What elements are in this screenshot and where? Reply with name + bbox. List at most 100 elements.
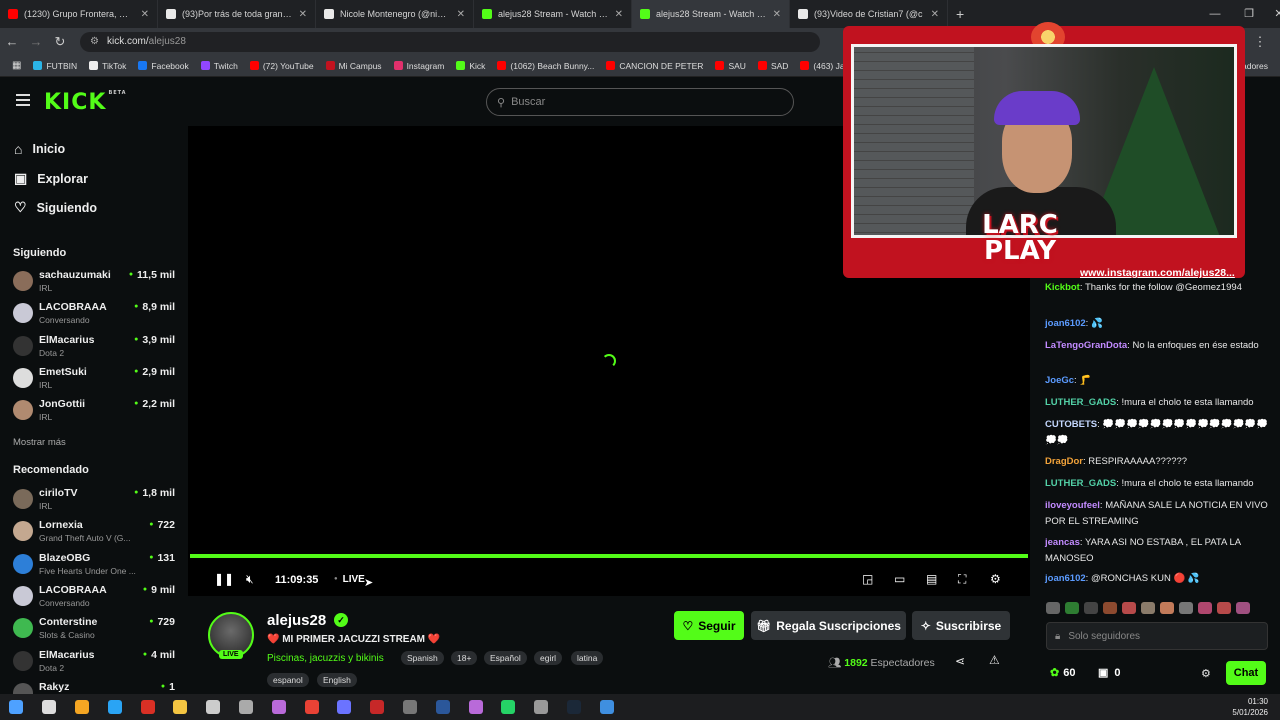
theater-mode-icon[interactable]: ▭ (894, 572, 905, 586)
emote-icon[interactable] (1046, 602, 1060, 614)
fullscreen-icon[interactable]: ⛶ (958, 572, 966, 587)
bookmark[interactable]: TikTok (83, 61, 132, 71)
bookmark[interactable]: Kick (450, 61, 491, 71)
close-tab-icon[interactable]: ✕ (931, 9, 939, 20)
chat-username[interactable]: joan6102 (1045, 573, 1086, 584)
chat-input[interactable]: 🔒︎ Solo seguidores (1046, 622, 1268, 650)
close-tab-icon[interactable]: ✕ (141, 9, 149, 20)
sidebar-nav-siguiendo[interactable]: ♡ Siguiendo (14, 199, 97, 216)
tag-pill[interactable]: Español (484, 651, 527, 665)
bookmark[interactable]: Twitch (195, 61, 244, 71)
reload-icon[interactable]: ↻ (48, 34, 72, 50)
app-icon[interactable] (590, 694, 623, 720)
tag-pill[interactable]: espanol (267, 673, 309, 687)
app-icon[interactable] (262, 694, 295, 720)
back-icon[interactable]: ← (0, 34, 24, 49)
emote-icon[interactable] (1122, 602, 1136, 614)
sidebar-nav-inicio[interactable]: ⌂ Inicio (14, 141, 65, 157)
word-icon[interactable] (426, 694, 459, 720)
app-icon[interactable] (459, 694, 492, 720)
browser-tab[interactable]: alejus28 Stream - Watch Live o ✕ (474, 0, 632, 28)
sidebar-channel[interactable]: ElMacariusDota 2 3,9 mil (13, 332, 175, 362)
browser-tab[interactable]: alejus28 Stream - Watch Live o ✕ (632, 0, 790, 28)
live-indicator[interactable]: LIVE (334, 574, 365, 585)
chat-username[interactable]: LaTengoGranDota (1045, 340, 1127, 351)
gift-subs-button[interactable]: 🎁︎ Regala Suscripciones (751, 611, 906, 640)
sidebar-channel[interactable]: EmetSukiIRL 2,9 mil (13, 364, 175, 394)
url-field[interactable]: ⚙ kick.com/alejus28 (80, 31, 820, 52)
app-icon[interactable] (361, 694, 394, 720)
tag-pill[interactable]: latina (571, 651, 604, 665)
progress-bar[interactable] (190, 554, 1028, 558)
bookmark[interactable]: (1062) Beach Bunny... (491, 61, 600, 71)
emote-icon[interactable] (1217, 602, 1231, 614)
bookmark[interactable]: FUTBIN (27, 61, 83, 71)
sidebar-channel[interactable]: ciriloTV IRL 1,8 mil (13, 485, 175, 515)
tag-pill[interactable]: 18+ (451, 651, 478, 665)
report-icon[interactable]: ⚠ (989, 653, 1000, 667)
emote-icon[interactable] (1160, 602, 1174, 614)
follow-button[interactable]: ♡ Seguir (674, 611, 744, 640)
bookmark[interactable]: SAU (709, 61, 751, 71)
tag-pill[interactable]: English (317, 673, 357, 687)
browser-tab[interactable]: (93)Video de Cristian7 (@c ✕ (790, 0, 948, 28)
chat-username[interactable]: JoeGc (1045, 375, 1074, 386)
sidebar-channel[interactable]: LACOBRAAAConversando 8,9 mil (13, 299, 175, 329)
close-tab-icon[interactable]: ✕ (299, 9, 307, 20)
emote-icon[interactable] (1065, 602, 1079, 614)
bookmark[interactable]: (72) YouTube (244, 61, 320, 71)
browser-tab[interactable]: (93)Por trás de toda grande obr ✕ (158, 0, 316, 28)
close-window-icon[interactable]: ✕ (1262, 0, 1280, 28)
chat-username[interactable]: jeancas (1045, 537, 1080, 548)
settings-gear-icon[interactable]: ⚙ (990, 572, 1001, 586)
files-icon[interactable] (164, 694, 197, 720)
edge-icon[interactable] (98, 694, 131, 720)
steam-icon[interactable] (558, 694, 591, 720)
hamburger-menu-icon[interactable] (16, 94, 30, 106)
new-tab-button[interactable]: + (948, 6, 972, 22)
bookmark[interactable]: SAD (752, 61, 794, 71)
windows-start-icon[interactable] (0, 694, 33, 720)
miniplayer-icon[interactable]: ◲ (862, 572, 873, 586)
subscribe-button[interactable]: ✧ Suscribirse (912, 611, 1010, 640)
browser-tab[interactable]: Nicole Montenegro (@nicolem ✕ (316, 0, 474, 28)
bookmark[interactable]: Instagram (388, 61, 451, 71)
chat-username[interactable]: LUTHER_GADS (1045, 397, 1116, 408)
chat-username[interactable]: Kickbot (1045, 282, 1080, 293)
sidebar-channel[interactable]: ConterstineSlots & Casino 729 (13, 614, 175, 644)
chat-send-button[interactable]: Chat (1226, 661, 1266, 685)
close-tab-icon[interactable]: ✕ (773, 9, 781, 20)
clip-icon[interactable]: ▤ (926, 572, 937, 586)
emote-icon[interactable] (1236, 602, 1250, 614)
browser-tab[interactable]: (1230) Grupo Frontera, Manuel ✕ (0, 0, 158, 28)
menu-icon[interactable]: ⋮ (1248, 34, 1272, 50)
sidebar-channel[interactable]: LACOBRAAAConversando 9 mil (13, 582, 175, 612)
emote-icon[interactable] (1084, 602, 1098, 614)
chrome-icon[interactable] (295, 694, 328, 720)
emote-icon[interactable] (1198, 602, 1212, 614)
chat-username[interactable]: LUTHER_GADS (1045, 478, 1116, 489)
site-info-icon[interactable]: ⚙ (90, 36, 99, 47)
instagram-link[interactable]: www.instagram.com/alejus28... (1080, 267, 1235, 279)
whatsapp-icon[interactable] (492, 694, 525, 720)
emote-icon[interactable] (1179, 602, 1193, 614)
maximize-icon[interactable]: ❐ (1232, 0, 1266, 28)
streamer-name[interactable]: alejus28 (267, 612, 326, 629)
tag-pill[interactable]: Spanish (401, 651, 444, 665)
chat-username[interactable]: DragDor (1045, 456, 1083, 467)
channel-points[interactable]: ✿ 60 (1050, 666, 1075, 679)
sidebar-nav-explorar[interactable]: ▣ Explorar (14, 170, 88, 187)
search-icon[interactable] (33, 694, 66, 720)
chat-settings-icon[interactable]: ⚙ (1201, 667, 1211, 680)
app-icon[interactable] (328, 694, 361, 720)
bookmark[interactable]: Mi Campus (320, 61, 388, 71)
app-icon[interactable] (525, 694, 558, 720)
app-icon[interactable] (131, 694, 164, 720)
kick-logo[interactable]: KICK BETA (44, 90, 127, 115)
close-tab-icon[interactable]: ✕ (615, 9, 623, 20)
sidebar-channel[interactable]: LornexiaGrand Theft Auto V (G... 722 (13, 517, 175, 547)
chat-username[interactable]: joan6102 (1045, 318, 1086, 329)
mute-icon[interactable]: 🔇︎ (246, 572, 254, 587)
sidebar-channel[interactable]: ElMacariusDota 2 4 mil (13, 647, 175, 677)
pause-icon[interactable]: ❚❚ (214, 572, 234, 586)
